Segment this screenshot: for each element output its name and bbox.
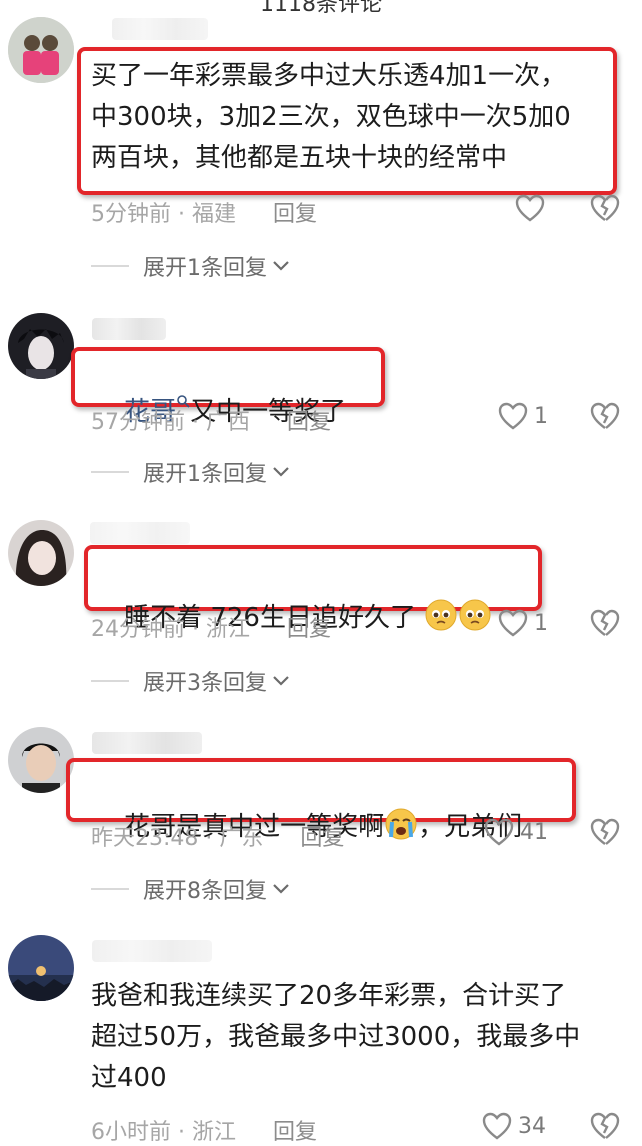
- broken-heart-icon: [590, 402, 620, 429]
- pleading-face-icon: [459, 599, 491, 631]
- comment-count-header: 1118条评论: [260, 0, 382, 17]
- username-blurred: [92, 732, 202, 754]
- comment-meta: 5分钟前 · 福建 回复: [91, 196, 317, 228]
- like-count: 1: [534, 403, 548, 429]
- chevron-down-icon: [273, 467, 289, 477]
- comment-location: 福建: [191, 202, 236, 227]
- broken-heart-icon: [590, 194, 620, 221]
- expand-label: 展开3条回复: [143, 671, 267, 696]
- username-blurred: [92, 940, 212, 962]
- heart-outline-icon: [498, 402, 528, 430]
- expand-replies[interactable]: 展开1条回复: [91, 456, 291, 488]
- chevron-down-icon: [273, 884, 289, 894]
- heart-outline-icon: [484, 818, 514, 846]
- comment-time: 6小时前: [91, 1120, 171, 1145]
- comment-meta: 6小时前 · 浙江 回复: [91, 1114, 317, 1146]
- meta-separator: ·: [185, 410, 206, 435]
- meta-separator: ·: [185, 617, 206, 642]
- expand-divider: [91, 471, 129, 473]
- chevron-down-icon: [273, 676, 289, 686]
- heart-outline-icon: [515, 194, 545, 222]
- avatar[interactable]: [8, 313, 74, 379]
- comment-location: 浙江: [191, 1120, 236, 1145]
- comment-meta: 57分钟前 · 广西 回复: [91, 404, 331, 436]
- broken-heart-icon: [590, 818, 620, 845]
- comment-text: 我爸和我连续买了20多年彩票，合计买了 超过50万，我爸最多中过3000，我最多…: [91, 981, 581, 1093]
- username-blurred: [112, 18, 208, 40]
- avatar[interactable]: [8, 727, 74, 793]
- like-button[interactable]: 41: [484, 818, 548, 846]
- like-button[interactable]: 1: [498, 609, 548, 637]
- expand-label: 展开1条回复: [143, 462, 267, 487]
- crying-face-icon: [385, 808, 417, 840]
- dislike-button[interactable]: [590, 818, 620, 850]
- expand-divider: [91, 680, 129, 682]
- heart-outline-icon: [498, 609, 528, 637]
- like-count: 1: [534, 610, 548, 636]
- comment-time: 5分钟前: [91, 202, 171, 227]
- avatar[interactable]: [8, 17, 74, 83]
- dislike-button[interactable]: [590, 402, 620, 434]
- comment-time: 昨天23:48: [91, 826, 199, 851]
- comment-time: 57分钟前: [91, 410, 185, 435]
- expand-label: 展开8条回复: [143, 879, 267, 904]
- broken-heart-icon: [590, 1112, 620, 1139]
- dislike-button[interactable]: [590, 194, 620, 226]
- expand-divider: [91, 265, 129, 267]
- expand-label: 展开1条回复: [143, 256, 267, 281]
- chevron-down-icon: [273, 261, 289, 271]
- comment-location: 广西: [205, 410, 250, 435]
- reply-button[interactable]: 回复: [300, 820, 344, 852]
- meta-separator: ·: [171, 202, 192, 227]
- like-count: 34: [518, 1113, 546, 1139]
- avatar[interactable]: [8, 935, 74, 1001]
- reply-button[interactable]: 回复: [273, 1114, 317, 1146]
- comment-text: 买了一年彩票最多中过大乐透4加1一次， 中300块，3加2三次，双色球中一次5加…: [91, 61, 571, 173]
- comment-meta: 昨天23:48 · 广东 回复: [91, 820, 344, 852]
- expand-replies[interactable]: 展开8条回复: [91, 873, 291, 905]
- comment-time: 24分钟前: [91, 617, 185, 642]
- expand-replies[interactable]: 展开1条回复: [91, 250, 291, 282]
- comment-location: 广东: [219, 826, 264, 851]
- expand-divider: [91, 888, 129, 890]
- reply-button[interactable]: 回复: [287, 404, 331, 436]
- comment-location: 浙江: [205, 617, 250, 642]
- avatar[interactable]: [8, 520, 74, 586]
- heart-outline-icon: [482, 1112, 512, 1140]
- meta-separator: ·: [171, 1120, 192, 1145]
- dislike-button[interactable]: [590, 1112, 620, 1144]
- reply-button[interactable]: 回复: [287, 611, 331, 643]
- broken-heart-icon: [590, 609, 620, 636]
- comment-meta: 24分钟前 · 浙江 回复: [91, 611, 331, 643]
- pleading-face-icon: [425, 599, 457, 631]
- expand-replies[interactable]: 展开3条回复: [91, 665, 291, 697]
- meta-separator: ·: [198, 826, 220, 851]
- like-count: 41: [520, 819, 548, 845]
- like-button[interactable]: 1: [498, 402, 548, 430]
- reply-button[interactable]: 回复: [273, 196, 317, 228]
- like-button[interactable]: 34: [482, 1112, 546, 1140]
- like-button[interactable]: [515, 194, 545, 222]
- username-blurred: [90, 522, 190, 544]
- username-blurred: [92, 318, 166, 340]
- dislike-button[interactable]: [590, 609, 620, 641]
